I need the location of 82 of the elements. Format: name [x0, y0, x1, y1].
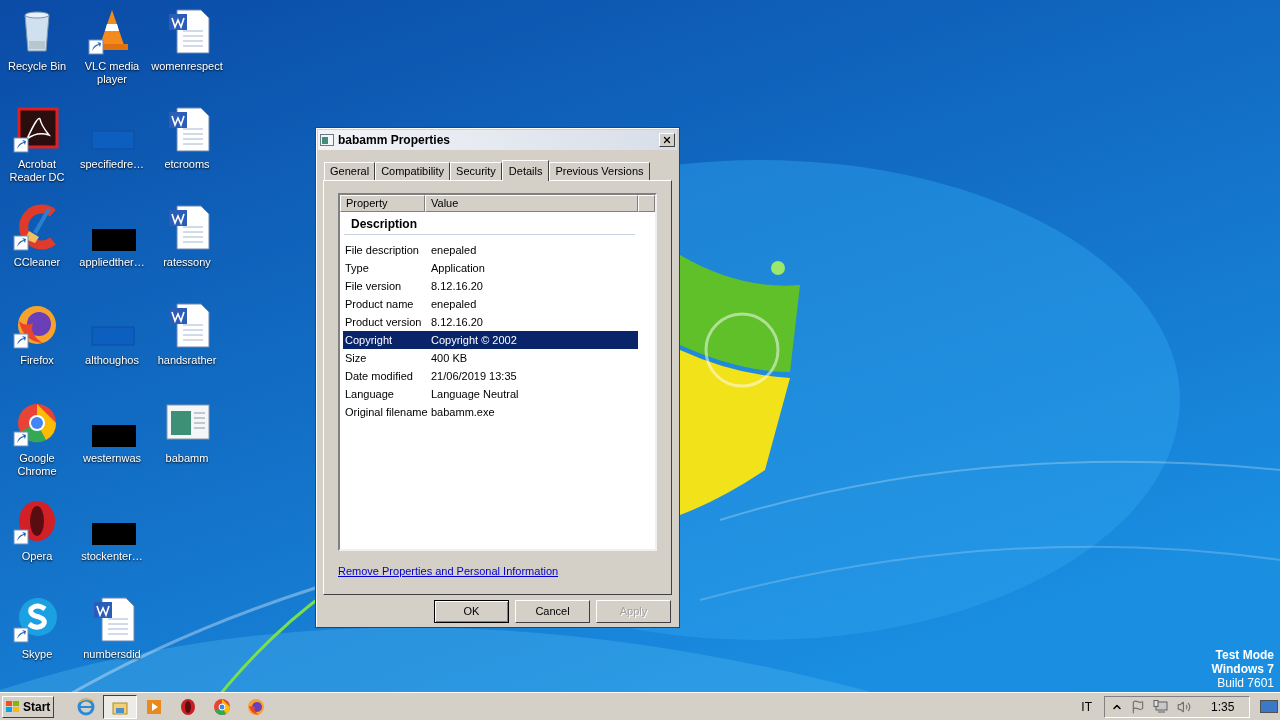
details-row[interactable]: Type Application: [343, 259, 638, 277]
clock[interactable]: 1:35: [1211, 697, 1235, 716]
four-pane-flag-icon: [5, 699, 21, 714]
ring-app-icon: [179, 697, 197, 716]
desktop-icon-label[interactable]: Acrobat Reader DC: [0, 158, 74, 184]
column-header[interactable]: Property: [340, 195, 425, 212]
tab[interactable]: Security: [450, 162, 502, 180]
desktop-icon-label[interactable]: handsrather: [157, 354, 217, 367]
desktop-icon-label[interactable]: CCleaner: [13, 256, 61, 269]
details-row[interactable]: File description enepaled: [343, 241, 638, 259]
property-value: enepaled: [431, 296, 477, 312]
property-name: Original filename: [344, 404, 429, 420]
group-heading: Description: [350, 216, 418, 233]
property-name: File description: [344, 242, 420, 258]
property-value: Language Neutral: [431, 386, 519, 402]
property-value: enepaled: [431, 242, 477, 258]
property-value: Application: [431, 260, 485, 276]
browser-e-icon: [77, 697, 95, 716]
fox-globe-icon: [247, 697, 265, 716]
details-row[interactable]: File version 8.12.16.20: [343, 277, 638, 295]
desktop-icon-label[interactable]: appliedther…: [79, 256, 145, 269]
taskbar-app-button[interactable]: [103, 694, 137, 719]
tab[interactable]: Details: [501, 160, 550, 181]
property-name: Copyright: [344, 332, 394, 348]
details-row[interactable]: Original filename babamm.exe: [343, 403, 638, 421]
details-row[interactable]: Language Language Neutral: [343, 385, 638, 403]
property-name: Date modified: [344, 368, 414, 384]
desktop-icon-label[interactable]: Skype: [21, 648, 53, 661]
details-row[interactable]: Product version 8.12.16.20: [343, 313, 638, 331]
play-icon: [145, 697, 163, 716]
flag-icon[interactable]: [1131, 699, 1145, 714]
system-notice-text: Windows 7: [1211, 662, 1274, 676]
details-row[interactable]: Copyright Copyright © 2002: [343, 331, 638, 349]
start-button[interactable]: Start: [2, 695, 54, 718]
close-button[interactable]: [659, 133, 675, 147]
tab[interactable]: General: [324, 162, 376, 180]
network-icon[interactable]: [1153, 699, 1169, 714]
column-header[interactable]: [638, 195, 655, 212]
column-header[interactable]: Value: [425, 195, 638, 212]
desktop-icon-label[interactable]: Opera: [21, 550, 53, 563]
desktop-icon-label[interactable]: Google Chrome: [0, 452, 74, 478]
property-value: 8.12.16.20: [431, 314, 483, 330]
desktop-icon-label[interactable]: womenrespect: [151, 60, 223, 73]
system-notice-text: Test Mode: [1215, 648, 1274, 662]
desktop-icon-label[interactable]: VLC media player: [75, 60, 149, 86]
tab[interactable]: Previous Versions: [549, 162, 650, 180]
desktop-icon-label[interactable]: stockenter…: [81, 550, 143, 563]
property-value: 8.12.16.20: [431, 278, 483, 294]
speaker-icon[interactable]: [1177, 699, 1191, 714]
property-name: File version: [344, 278, 403, 294]
property-name: Size: [344, 350, 368, 366]
desktop-icon-label[interactable]: althoughos: [85, 354, 139, 367]
property-name: Type: [344, 260, 370, 276]
details-row[interactable]: Size 400 KB: [343, 349, 638, 367]
property-value: babamm.exe: [431, 404, 495, 420]
close-icon: [662, 135, 672, 145]
property-value: 400 KB: [431, 350, 468, 366]
application-window-icon: [320, 134, 334, 146]
property-name: Product name: [344, 296, 415, 312]
desktop-icon-label[interactable]: specifiedre…: [79, 158, 145, 171]
property-value: 21/06/2019 13:35: [431, 368, 517, 384]
desktop-icon-label[interactable]: ratessony: [163, 256, 211, 269]
show-desktop-icon[interactable]: [1260, 698, 1278, 715]
system-notice-text: Build 7601: [1217, 676, 1274, 690]
desktop-icon-label[interactable]: Recycle Bin: [7, 60, 67, 73]
desktop-icon-label[interactable]: Firefox: [20, 354, 54, 367]
desktop-icon-label[interactable]: numbersdid: [83, 648, 141, 661]
details-row[interactable]: Date modified 21/06/2019 13:35: [343, 367, 638, 385]
dialog-button[interactable]: OK: [434, 600, 509, 623]
remove-properties-link[interactable]: Remove Properties and Personal Information: [338, 563, 559, 580]
dialog-button[interactable]: Cancel: [515, 600, 590, 623]
desktop-icon-label[interactable]: etcrooms: [164, 158, 210, 171]
details-row[interactable]: Product name enepaled: [343, 295, 638, 313]
language-indicator[interactable]: IT: [1081, 697, 1092, 716]
property-name: Product version: [344, 314, 423, 330]
property-name: Language: [344, 386, 395, 402]
window-title: babamm Properties: [338, 132, 452, 149]
property-value: Copyright © 2002: [431, 332, 517, 348]
desktop-icon-label[interactable]: babamm: [165, 452, 209, 465]
tab[interactable]: Compatibility: [375, 162, 451, 180]
browser-circle-icon: [213, 697, 231, 716]
desktop-icon-label[interactable]: westernwas: [82, 452, 142, 465]
